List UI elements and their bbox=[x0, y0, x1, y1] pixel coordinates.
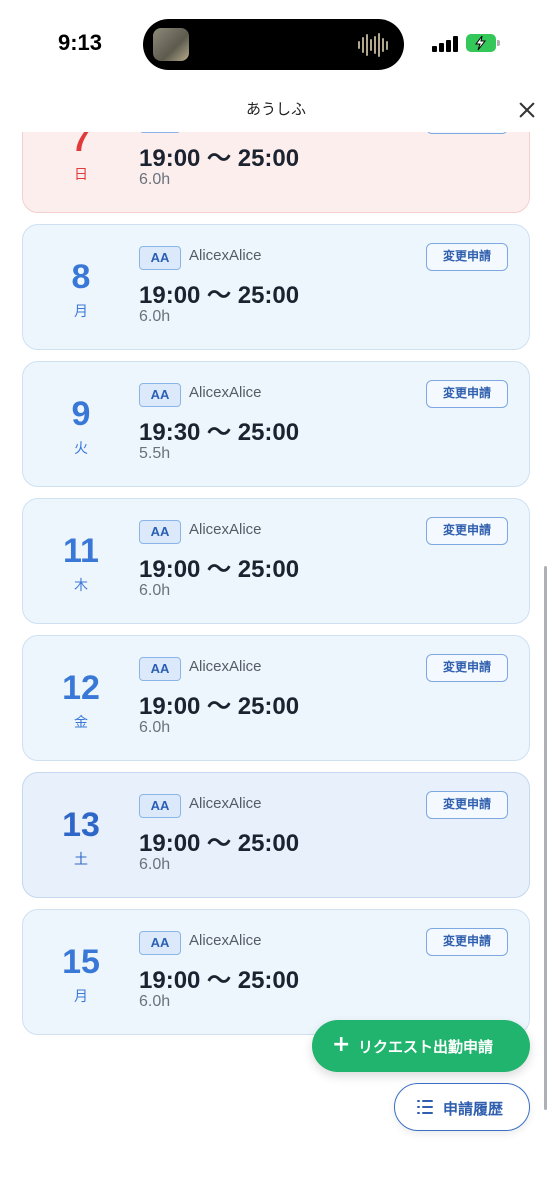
change-request-button[interactable]: 変更申請 bbox=[426, 243, 508, 271]
status-bar: 9:13 bbox=[0, 0, 552, 90]
shift-hours: 6.0h bbox=[139, 856, 171, 873]
store-tag-badge: AA bbox=[139, 383, 181, 407]
cast-name: AlicexAlice bbox=[189, 658, 262, 675]
request-history-label: 申請履歴 bbox=[443, 1100, 504, 1118]
shift-hours: 6.0h bbox=[139, 993, 171, 1010]
cellular-signal-icon bbox=[432, 36, 458, 52]
shift-card[interactable]: 7日AAAlicexAlice19:00 〜 25:006.0h変更申請 bbox=[22, 132, 530, 213]
store-tag-badge: AA bbox=[139, 132, 181, 133]
shift-hours: 5.5h bbox=[139, 445, 171, 462]
battery-tip bbox=[497, 40, 500, 46]
cast-name: AlicexAlice bbox=[189, 932, 262, 949]
shift-hours: 6.0h bbox=[139, 171, 171, 188]
day-number: 12 bbox=[62, 669, 100, 707]
cast-name: AlicexAlice bbox=[189, 384, 262, 401]
shift-card[interactable]: 12 金 AA AlicexAlice 19:00 〜 25:00 6.0h 変更申請 bbox=[22, 635, 530, 761]
weekday-label: 金 bbox=[74, 715, 88, 731]
shift-time: 19:00 〜 25:00 bbox=[139, 556, 300, 583]
weekday-label: 火 bbox=[74, 441, 88, 457]
shift-card[interactable]: 8 月 AA AlicexAlice 19:00 〜 25:00 6.0h 変更申請 bbox=[22, 224, 530, 350]
day-number: 11 bbox=[63, 532, 99, 570]
shift-time: 19:00 〜 25:00 bbox=[139, 967, 300, 994]
close-icon[interactable] bbox=[512, 94, 542, 124]
shift-hours: 6.0h bbox=[139, 719, 171, 736]
weekday-label: 木 bbox=[74, 578, 88, 594]
request-shift-button[interactable]: + リクエスト出勤申請 bbox=[312, 1020, 530, 1072]
cast-name: AlicexAlice bbox=[189, 521, 262, 538]
cast-name: AlicexAlice bbox=[189, 795, 262, 812]
day-number: 8 bbox=[71, 258, 91, 296]
shift-card[interactable]: 15 月 AA AlicexAlice 19:00 〜 25:00 6.0h 変更申請 bbox=[22, 909, 530, 1035]
store-tag-badge: AA bbox=[139, 246, 181, 270]
store-tag-badge: AA bbox=[139, 657, 181, 681]
plus-icon: + bbox=[332, 1032, 351, 1057]
shift-time: 19:00 〜 25:00 bbox=[139, 830, 300, 857]
store-tag-badge: AA bbox=[139, 931, 181, 955]
weekday-label: 月 bbox=[74, 304, 88, 320]
store-tag-badge: AA bbox=[139, 794, 181, 818]
weekday-label: 土 bbox=[74, 852, 88, 868]
status-time: 9:13 bbox=[58, 30, 103, 55]
day-number: 15 bbox=[62, 943, 100, 981]
request-history-button[interactable]: 申請履歴 bbox=[394, 1083, 530, 1131]
change-request-button[interactable]: 変更申請 bbox=[426, 380, 508, 408]
page-title: あうしふ bbox=[245, 100, 306, 118]
change-request-button[interactable]: 変更申請 bbox=[426, 791, 508, 819]
shift-card[interactable]: 9 火 AA AlicexAlice 19:30 〜 25:00 5.5h 変更申請 bbox=[22, 361, 530, 487]
shift-time: 19:00 〜 25:00 bbox=[139, 282, 300, 309]
change-request-button[interactable]: 変更申請 bbox=[426, 517, 508, 545]
modal-header: あうしふ bbox=[0, 90, 552, 132]
day-number: 9 bbox=[71, 395, 91, 433]
dynamic-island[interactable] bbox=[143, 19, 404, 70]
change-request-button[interactable]: 変更申請 bbox=[426, 132, 508, 134]
shift-hours: 6.0h bbox=[139, 582, 171, 599]
day-number: 13 bbox=[62, 806, 100, 844]
shift-hours: 6.0h bbox=[139, 308, 171, 325]
weekday-label: 日 bbox=[74, 167, 88, 183]
shift-time: 19:00 〜 25:00 bbox=[139, 693, 300, 720]
now-playing-artwork bbox=[153, 28, 189, 61]
request-shift-label: リクエスト出勤申請 bbox=[358, 1038, 494, 1056]
shift-card[interactable]: 13 土 AA AlicexAlice 19:00 〜 25:00 6.0h 変更申請 bbox=[22, 772, 530, 898]
change-request-button[interactable]: 変更申請 bbox=[426, 928, 508, 956]
shift-card[interactable]: 11 木 AA AlicexAlice 19:00 〜 25:00 6.0h 変更申請 bbox=[22, 498, 530, 624]
store-tag-badge: AA bbox=[139, 520, 181, 544]
cast-name: AlicexAlice bbox=[189, 247, 262, 264]
weekday-label: 月 bbox=[74, 989, 88, 1005]
shift-time: 19:00 〜 25:00 bbox=[139, 145, 300, 172]
change-request-button[interactable]: 変更申請 bbox=[426, 654, 508, 682]
battery-icon bbox=[466, 34, 496, 52]
scrollbar[interactable] bbox=[544, 566, 547, 1110]
shift-time: 19:30 〜 25:00 bbox=[139, 419, 300, 446]
list-icon bbox=[417, 1100, 433, 1114]
audio-waveform-icon bbox=[358, 33, 388, 57]
day-number: 7 bbox=[71, 132, 91, 159]
